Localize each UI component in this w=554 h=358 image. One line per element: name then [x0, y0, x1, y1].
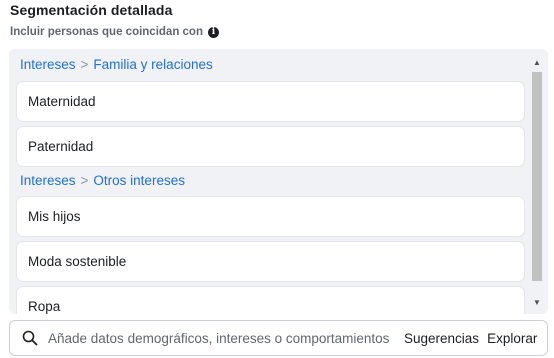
triangle-up-icon[interactable]: ▲ [526, 56, 548, 70]
triangle-down-icon[interactable]: ▼ [526, 296, 548, 310]
scroll-thumb[interactable] [532, 72, 542, 281]
results-list: Intereses > Familia y relaciones Materni… [9, 49, 525, 314]
info-icon[interactable]: i [207, 26, 219, 38]
breadcrumb-separator: > [80, 57, 89, 72]
search-icon [21, 329, 39, 347]
list-item[interactable]: Maternidad [17, 82, 524, 121]
search-bar: Sugerencias Explorar [9, 320, 548, 356]
subtitle-text: Incluir personas que coincidan con [10, 26, 203, 38]
detailed-targeting-section: Segmentación detallada Incluir personas … [0, 0, 554, 358]
list-item[interactable]: Moda sostenible [17, 242, 524, 281]
list-item[interactable]: Paternidad [17, 127, 524, 166]
suggestions-button[interactable]: Sugerencias [404, 331, 479, 346]
category-breadcrumb-familia: Intereses > Familia y relaciones [20, 57, 213, 72]
category-root[interactable]: Intereses [20, 57, 76, 72]
subtitle-row: Incluir personas que coincidan con i [10, 26, 219, 38]
scrollbar[interactable]: ▲ ▼ [526, 49, 548, 314]
section-title: Segmentación detallada [10, 2, 173, 18]
category-sub[interactable]: Otros intereses [93, 173, 185, 188]
explore-button[interactable]: Explorar [487, 331, 537, 346]
results-panel: Intereses > Familia y relaciones Materni… [9, 49, 548, 314]
list-item[interactable]: Ropa [17, 287, 524, 314]
category-breadcrumb-otros: Intereses > Otros intereses [20, 173, 185, 188]
search-input[interactable] [48, 330, 398, 346]
scroll-track[interactable] [532, 72, 542, 286]
breadcrumb-separator: > [80, 173, 89, 188]
category-sub[interactable]: Familia y relaciones [93, 57, 212, 72]
list-item[interactable]: Mis hijos [17, 197, 524, 236]
category-root[interactable]: Intereses [20, 173, 76, 188]
